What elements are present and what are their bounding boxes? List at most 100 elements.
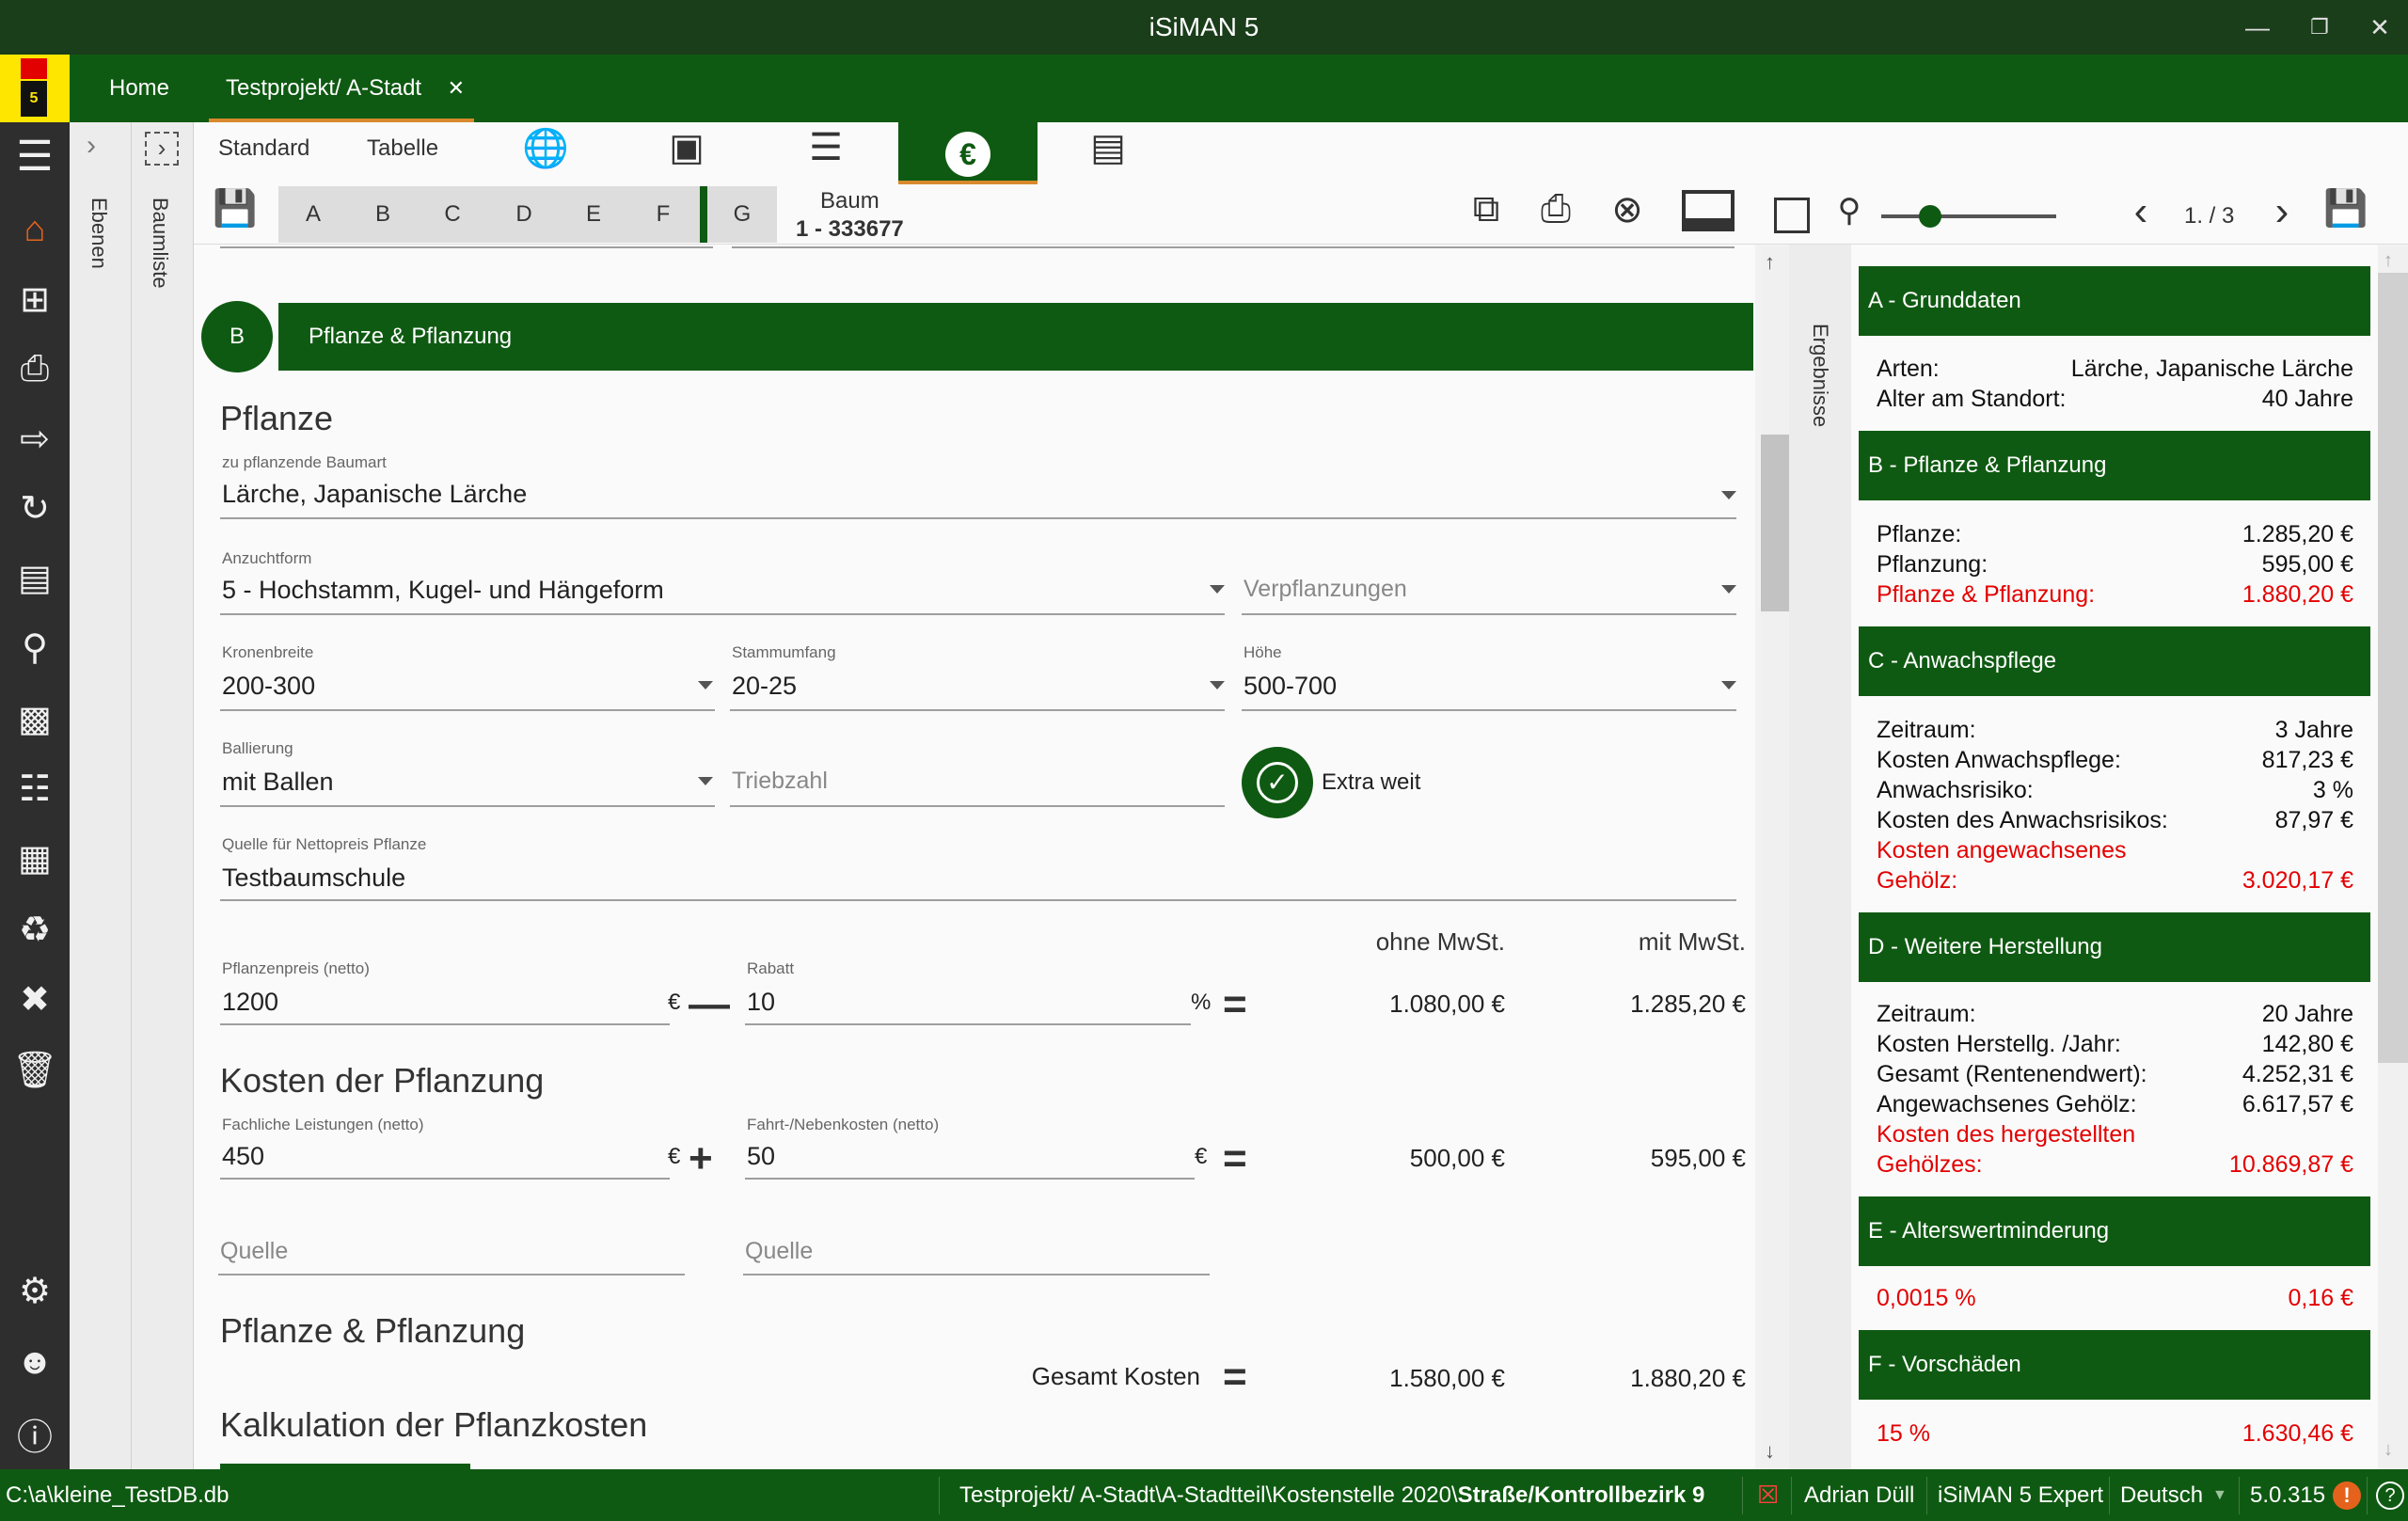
section-e-button[interactable]: E	[562, 186, 625, 243]
cancel-circle-icon[interactable]: ⊗	[1601, 188, 1654, 231]
scroll-up-icon[interactable]: ↑	[1765, 250, 1775, 275]
chevron-left-icon[interactable]: ‹	[2122, 188, 2160, 235]
fachlich-input[interactable]: 450	[222, 1142, 264, 1171]
result-d-header[interactable]: D - Weitere Herstellung	[1859, 912, 2370, 982]
chevron-down-icon[interactable]	[1721, 681, 1736, 689]
table-edit-icon[interactable]: ▦	[0, 830, 70, 886]
user-icon[interactable]: ☻	[0, 1334, 70, 1390]
hoehe-select[interactable]: 500-700	[1244, 672, 1337, 701]
anzuchtform-select[interactable]: 5 - Hochstamm, Kugel- und Hängeform	[222, 576, 664, 605]
kronenbreite-select[interactable]: 200-300	[222, 672, 315, 701]
tab-close-icon[interactable]: ✕	[448, 55, 465, 122]
scroll-down-icon[interactable]: ↓	[1765, 1439, 1775, 1464]
ballierung-select[interactable]: mit Ballen	[222, 768, 334, 797]
chevron-down-icon[interactable]	[698, 777, 713, 785]
quelle-preis-input[interactable]: Testbaumschule	[222, 863, 405, 893]
settings-icon[interactable]: ⚙	[0, 1262, 70, 1319]
chevron-down-icon[interactable]: ▼	[2212, 1469, 2227, 1521]
home-icon[interactable]: ⌂	[0, 201, 70, 258]
expand-panel-icon[interactable]: ›	[145, 132, 179, 166]
section-b-button[interactable]: B	[352, 186, 414, 243]
globe-icon[interactable]: 🌐	[519, 126, 572, 170]
sliders-icon[interactable]: ⊞	[0, 271, 70, 327]
tab-home[interactable]: Home	[109, 55, 169, 122]
close-window-icon[interactable]: ✕	[2352, 0, 2408, 55]
print-toolbar-icon[interactable]: ⎙	[1529, 188, 1582, 230]
chevron-down-icon[interactable]	[1210, 585, 1225, 594]
info-icon[interactable]: ⓘ	[0, 1405, 70, 1462]
export-icon[interactable]: ⇨	[0, 410, 70, 467]
verpflanzungen-select[interactable]: Verpflanzungen	[1244, 576, 1407, 603]
section-c-button[interactable]: C	[421, 186, 483, 243]
frame-icon[interactable]	[1774, 198, 1810, 233]
view-standard-button[interactable]: Standard	[218, 135, 309, 162]
result-a-header[interactable]: A - Grunddaten	[1859, 266, 2370, 336]
zoom-slider[interactable]	[1881, 214, 2056, 218]
tools-icon[interactable]: ✖	[0, 971, 70, 1027]
zoom-slider-thumb[interactable]	[1919, 205, 1942, 228]
chevron-right-icon[interactable]: ›	[2263, 188, 2301, 235]
trash-icon[interactable]: 🗑	[0, 1042, 70, 1099]
ergebnisse-rail[interactable]	[1789, 245, 1851, 1469]
ebenen-label[interactable]: Ebenen	[87, 198, 111, 269]
ebenen-rail[interactable]	[70, 122, 132, 1469]
baumart-select[interactable]: Lärche, Japanische Lärche	[222, 480, 527, 509]
minimize-icon[interactable]: —	[2229, 0, 2286, 55]
tree-crown-icon[interactable]: ☰	[800, 126, 852, 169]
clipboard-icon[interactable]: ☷	[0, 760, 70, 816]
chart-icon[interactable]: ▩	[0, 690, 70, 747]
trunk-icon[interactable]: ▤	[1082, 126, 1134, 169]
chevron-down-icon[interactable]	[698, 681, 713, 689]
chevron-down-icon[interactable]	[1721, 491, 1736, 499]
section-d-button[interactable]: D	[493, 186, 555, 243]
view-tabelle-button[interactable]: Tabelle	[367, 135, 438, 162]
stammumfang-select[interactable]: 20-25	[732, 672, 797, 701]
form-scrollbar[interactable]	[1761, 246, 1789, 1469]
zoom-icon[interactable]: ⚲	[1830, 192, 1868, 230]
result-f-header[interactable]: F - Vorschäden	[1859, 1330, 2370, 1400]
status-breadcrumb[interactable]: Testprojekt/ A-Stadt\A-Stadtteil\Kostens…	[959, 1469, 1704, 1521]
result-e-header[interactable]: E - Alterswertminderung	[1859, 1196, 2370, 1266]
chevron-down-icon[interactable]	[1721, 585, 1736, 594]
chevron-right-icon[interactable]: ›	[87, 130, 96, 162]
bookmark-add-icon[interactable]: ⧉	[1460, 188, 1513, 230]
baumliste-rail[interactable]	[132, 122, 194, 1469]
language-select[interactable]: Deutsch	[2120, 1469, 2203, 1521]
ergebnisse-label[interactable]: Ergebnisse	[1808, 324, 1832, 427]
tab-testprojekt[interactable]: Testprojekt/ A-Stadt ✕	[209, 55, 474, 122]
triebzahl-input[interactable]: Triebzahl	[732, 768, 828, 795]
image-import-icon[interactable]: ▤	[0, 549, 70, 606]
layout-bottom-icon[interactable]	[1682, 190, 1735, 231]
menu-icon[interactable]: ☰	[0, 128, 70, 184]
results-scrollbar-thumb[interactable]	[2378, 273, 2408, 1063]
database-search-icon[interactable]: ⚲	[0, 619, 70, 675]
chevron-down-icon[interactable]	[1210, 681, 1225, 689]
sync-icon[interactable]: ↻	[0, 480, 70, 536]
quelle-input-1[interactable]: Quelle	[220, 1238, 288, 1265]
section-g-button[interactable]: G	[711, 186, 773, 243]
restore-icon[interactable]: ❐	[2291, 0, 2348, 55]
alert-icon[interactable]: !	[2333, 1481, 2361, 1510]
result-b-header[interactable]: B - Pflanze & Pflanzung	[1859, 431, 2370, 500]
scroll-up-icon[interactable]: ↑	[2384, 250, 2393, 272]
tab-kosten[interactable]: €	[898, 122, 1038, 184]
quelle-input-2[interactable]: Quelle	[745, 1238, 813, 1265]
rabatt-input[interactable]: 10	[747, 988, 775, 1017]
fahrt-input[interactable]: 50	[747, 1142, 775, 1171]
result-c-header[interactable]: C - Anwachspflege	[1859, 626, 2370, 696]
save-icon[interactable]: 💾	[209, 188, 261, 230]
extra-weit-toggle[interactable]: ✓	[1242, 747, 1313, 818]
baumliste-label[interactable]: Baumliste	[148, 198, 172, 289]
section-f-button[interactable]: F	[632, 186, 694, 243]
form-scrollbar-thumb[interactable]	[1761, 435, 1789, 611]
no-sync-icon[interactable]: ☒	[1757, 1469, 1779, 1521]
scroll-down-icon[interactable]: ↓	[2384, 1439, 2393, 1461]
status-user[interactable]: Adrian Düll	[1804, 1469, 1914, 1521]
pflanzenpreis-input[interactable]: 1200	[222, 988, 278, 1017]
save-right-icon[interactable]: 💾	[2320, 188, 2372, 230]
section-a-button[interactable]: A	[282, 186, 344, 243]
print-icon[interactable]: ⎙	[0, 341, 70, 397]
help-icon[interactable]: ?	[2376, 1481, 2404, 1510]
section-header[interactable]: Pflanze & Pflanzung	[278, 303, 1753, 371]
recycle-icon[interactable]: ♻	[0, 901, 70, 958]
